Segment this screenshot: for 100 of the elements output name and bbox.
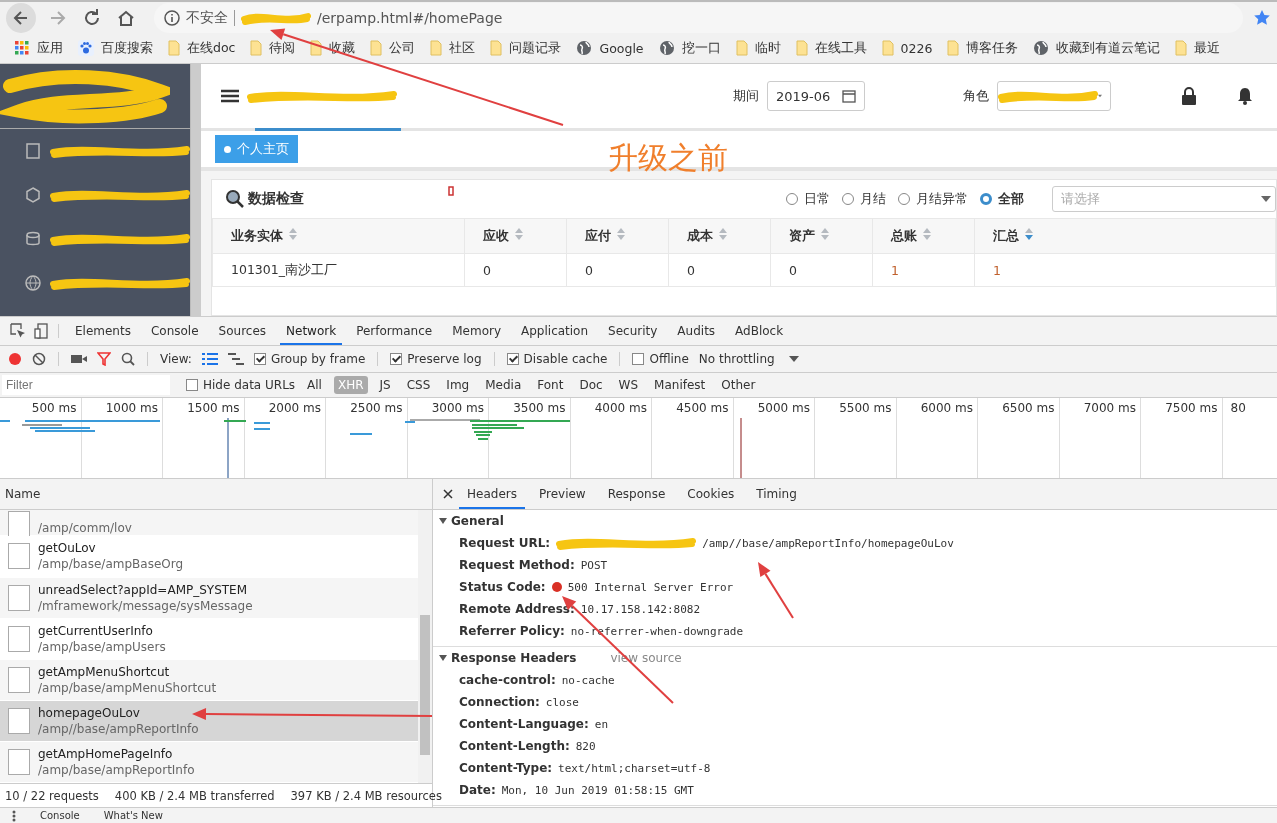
- throttling-dropdown[interactable]: No throttling: [698, 352, 799, 366]
- type-filter[interactable]: Other: [717, 376, 760, 394]
- menu-icon[interactable]: [221, 89, 239, 103]
- devtools-tab[interactable]: Application: [515, 317, 595, 345]
- disclosure-triangle-icon[interactable]: [439, 654, 447, 662]
- type-filter[interactable]: WS: [614, 376, 643, 394]
- inspect-icon[interactable]: [10, 323, 26, 339]
- type-filter[interactable]: Media: [481, 376, 526, 394]
- detail-tab[interactable]: Headers: [459, 479, 525, 509]
- request-row[interactable]: getAmpHomePageInfo /amp/base/ampReportInfo: [0, 741, 418, 783]
- bookmark-item[interactable]: Google: [576, 40, 644, 57]
- drawer-tab[interactable]: What's New: [103, 810, 163, 821]
- back-button[interactable]: [6, 2, 36, 33]
- section-title[interactable]: General: [451, 514, 504, 528]
- radio-option[interactable]: 月结异常: [898, 190, 968, 208]
- bookmark-item[interactable]: 应用: [14, 39, 63, 57]
- table-cell: 1: [974, 253, 1276, 287]
- devtools-tab[interactable]: Console: [144, 317, 205, 345]
- devtools-tab[interactable]: Audits: [671, 317, 722, 345]
- record-icon[interactable]: [8, 352, 22, 366]
- bookmark-item[interactable]: 百度搜索: [78, 39, 153, 57]
- section-title[interactable]: Response Headers: [451, 651, 577, 665]
- device-icon[interactable]: [34, 323, 48, 339]
- address-bar[interactable]: 不安全 /erpamp.html#/homePage: [154, 2, 1243, 33]
- drawer-tab[interactable]: Console: [40, 810, 80, 821]
- more-icon[interactable]: [12, 809, 16, 822]
- devtools-tab[interactable]: Memory: [446, 317, 507, 345]
- folder-icon: [310, 40, 323, 57]
- header-value: 500 Internal Server Error: [567, 580, 734, 594]
- type-filter[interactable]: Doc: [575, 376, 607, 394]
- radio-option[interactable]: 全部: [980, 190, 1024, 208]
- bell-icon[interactable]: [1237, 87, 1253, 105]
- column-header[interactable]: 成本: [668, 218, 771, 254]
- column-header[interactable]: Name: [0, 479, 432, 510]
- period-field[interactable]: 2019-06: [767, 81, 865, 111]
- camera-icon[interactable]: [71, 353, 87, 365]
- bookmark-item[interactable]: 社区: [430, 39, 476, 57]
- column-header[interactable]: 资产: [770, 218, 873, 254]
- devtools-tab[interactable]: Performance: [350, 317, 439, 345]
- column-header[interactable]: 业务实体: [212, 218, 465, 254]
- disclosure-triangle-icon[interactable]: [439, 517, 447, 525]
- scrollbar[interactable]: [418, 510, 432, 783]
- header-value: no-cache: [561, 673, 615, 687]
- column-header[interactable]: 总账: [872, 218, 975, 254]
- type-filter[interactable]: All: [303, 376, 326, 394]
- bookmark-item[interactable]: 临时: [735, 39, 781, 57]
- radio-option[interactable]: 日常: [786, 190, 830, 208]
- radio-option[interactable]: 月结: [842, 190, 886, 208]
- request-row[interactable]: unreadSelect?appId=AMP_SYSTEM /mframework/message/sysMessage: [0, 577, 418, 619]
- column-header[interactable]: 汇总: [974, 218, 1276, 254]
- bookmark-item[interactable]: 收藏到有道云笔记: [1033, 39, 1161, 57]
- bookmark-item[interactable]: 最近: [1175, 39, 1221, 57]
- detail-tab[interactable]: Cookies: [679, 479, 743, 509]
- bookmark-star-icon[interactable]: [1253, 8, 1271, 27]
- timeline-marker-line: [740, 417, 742, 478]
- tick-label: 6500 ms: [1002, 401, 1055, 415]
- lock-icon[interactable]: [1181, 87, 1197, 105]
- bookmark-item[interactable]: 0226: [881, 40, 933, 57]
- bookmark-item[interactable]: 问题记录: [490, 39, 562, 57]
- devtools-tab[interactable]: Sources: [212, 317, 273, 345]
- devtools-tab[interactable]: Elements: [69, 317, 137, 345]
- column-header[interactable]: 应收: [464, 218, 567, 254]
- request-name: getAmpMenuShortcut: [38, 664, 171, 679]
- detail-tab[interactable]: Preview: [530, 479, 594, 509]
- bookmark-item[interactable]: 博客任务: [947, 39, 1019, 57]
- checkbox-option[interactable]: Offline: [632, 352, 689, 366]
- checkbox-option[interactable]: Preserve log: [390, 352, 482, 366]
- bookmark-item[interactable]: 挖一口: [658, 39, 721, 57]
- search-icon[interactable]: [121, 352, 135, 366]
- filter-field[interactable]: Filter: [2, 375, 170, 395]
- hexagon-icon: [24, 186, 42, 204]
- type-filter[interactable]: Img: [442, 376, 474, 394]
- tick-label: 2500 ms: [350, 401, 403, 415]
- filter-icon[interactable]: [97, 352, 111, 366]
- waterfall-icon[interactable]: [227, 353, 244, 365]
- type-filter[interactable]: Font: [533, 376, 568, 394]
- table-cell: 0: [464, 253, 567, 287]
- type-filter[interactable]: CSS: [402, 376, 435, 394]
- bookmark-item[interactable]: 待阅: [250, 39, 296, 57]
- column-header[interactable]: 应付: [566, 218, 669, 254]
- clear-icon[interactable]: [32, 352, 46, 366]
- close-icon[interactable]: [443, 489, 453, 499]
- bookmark-item[interactable]: 在线doc: [168, 39, 236, 57]
- request-row[interactable]: homepageOuLov /amp//base/ampReportInfo: [0, 700, 418, 742]
- header-value: POST: [580, 558, 608, 572]
- scrollbar[interactable]: [190, 64, 201, 316]
- type-filter[interactable]: Manifest: [650, 376, 710, 394]
- type-filter[interactable]: JS: [375, 376, 395, 394]
- bookmark-item[interactable]: 在线工具: [795, 39, 867, 57]
- list-view-icon[interactable]: [201, 353, 218, 365]
- devtools-tab[interactable]: AdBlock: [729, 317, 790, 345]
- checkbox-option[interactable]: Group by frame: [253, 352, 366, 366]
- request-row[interactable]: /amp/comm/lov: [0, 510, 418, 537]
- bookmark-item[interactable]: 公司: [370, 39, 416, 57]
- devtools-tab[interactable]: Security: [602, 317, 664, 345]
- detail-tab[interactable]: Response: [599, 479, 674, 509]
- checkbox-option[interactable]: Disable cache: [506, 352, 608, 366]
- checkbox-option[interactable]: Hide data URLs: [186, 378, 296, 392]
- request-row[interactable]: getAmpMenuShortcut /amp/base/ampMenuShortcut: [0, 659, 418, 701]
- detail-tab[interactable]: Timing: [748, 479, 805, 509]
